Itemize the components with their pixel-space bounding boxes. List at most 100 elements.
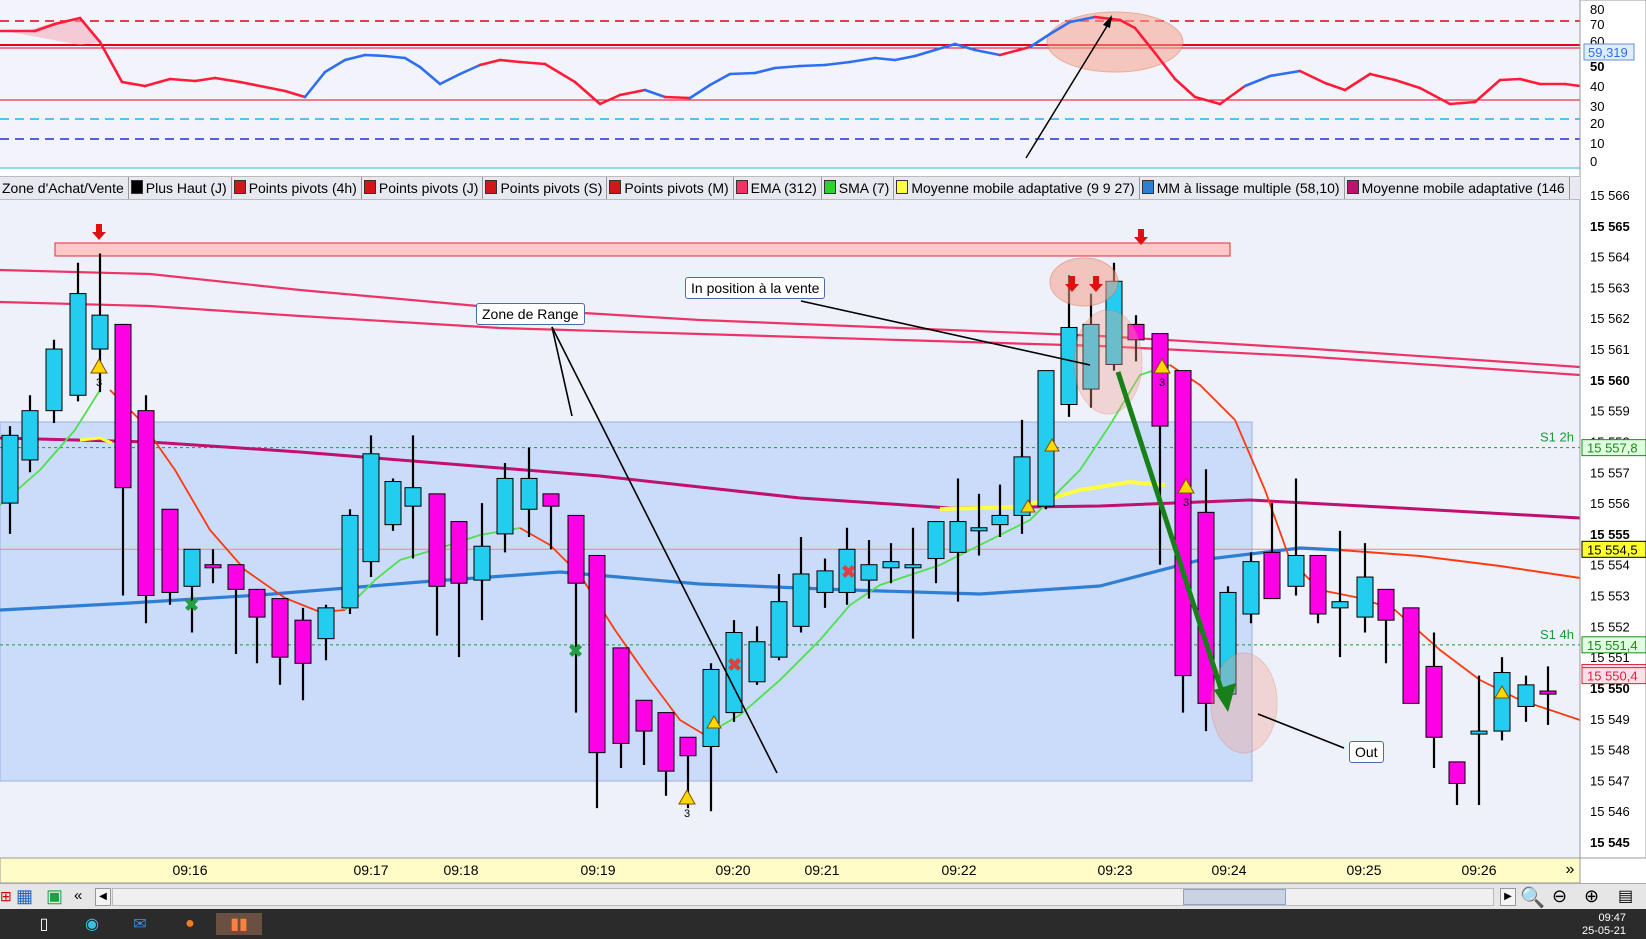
zoom-fit-icon[interactable]: 🔍 bbox=[1520, 885, 1545, 910]
legend-swatch bbox=[609, 180, 622, 194]
legend-item[interactable]: Moyenne mobile adaptative (9 9 27) bbox=[894, 177, 1140, 199]
edge-browser-icon[interactable]: ◉ bbox=[80, 913, 104, 935]
rsi-axis-label: 40 bbox=[1590, 79, 1604, 94]
bull-candle bbox=[970, 527, 988, 532]
bear-candle bbox=[294, 619, 312, 664]
bull-candle bbox=[317, 607, 335, 640]
price-axis-label: 15 562 bbox=[1590, 311, 1630, 326]
price-axis-label: 15 557 bbox=[1590, 465, 1630, 480]
legend-swatch bbox=[1141, 180, 1154, 194]
bull-candle bbox=[1493, 672, 1511, 732]
zoom-in-icon[interactable]: ⊕ bbox=[1584, 886, 1599, 907]
legend-label: Points pivots (4h) bbox=[248, 180, 357, 196]
bull-candle bbox=[183, 548, 201, 587]
legend-item[interactable]: MM à lissage multiple (58,10) bbox=[1140, 177, 1345, 199]
pivot-label: S1 2h bbox=[1540, 430, 1574, 445]
bear-candle bbox=[1263, 551, 1281, 600]
scroll-right-button[interactable]: ▶ bbox=[1500, 888, 1516, 906]
rsi-segment bbox=[663, 95, 692, 100]
time-axis-label: 09:21 bbox=[804, 862, 839, 878]
tool-icon-1[interactable]: ⊞ bbox=[0, 888, 12, 905]
legend-item[interactable]: Points pivots (S) bbox=[483, 177, 608, 199]
time-axis-label: 09:26 bbox=[1461, 862, 1496, 878]
zoom-out-icon[interactable]: ⊖ bbox=[1552, 886, 1567, 907]
bull-candle bbox=[949, 521, 967, 553]
bull-candle bbox=[702, 668, 720, 747]
os-taskbar: ▯ ◉ ✉ ● ▮▮ 09:47 25-05-21 bbox=[0, 909, 1646, 939]
legend-label: Moyenne mobile adaptative (146 bbox=[1361, 180, 1565, 196]
scroll-left-button[interactable]: ◀ bbox=[95, 888, 111, 906]
file-explorer-icon[interactable]: ▯ bbox=[32, 913, 56, 935]
bear-candle bbox=[588, 554, 606, 754]
bull-candle bbox=[520, 477, 538, 510]
legend-label: Zone d'Achat/Vente bbox=[2, 180, 124, 196]
tool-icon-2[interactable]: ▦ bbox=[16, 886, 33, 907]
legend-item[interactable]: SMA (7) bbox=[822, 177, 895, 199]
price-tag-label: 15 557,8 bbox=[1587, 441, 1638, 456]
bear-candle bbox=[114, 323, 132, 489]
exit-highlight bbox=[1210, 652, 1278, 754]
bear-candle bbox=[567, 514, 585, 584]
legend-swatch bbox=[363, 180, 376, 194]
bear-candle bbox=[1448, 761, 1466, 784]
legend-item[interactable]: Zone d'Achat/Vente bbox=[0, 177, 129, 199]
collapse-icon[interactable]: « bbox=[74, 887, 82, 904]
legend-item[interactable]: Points pivots (M) bbox=[607, 177, 734, 199]
cross-marker-icon: ✖ bbox=[841, 562, 856, 582]
price-axis-label: 15 545 bbox=[1590, 835, 1630, 850]
bull-candle bbox=[882, 561, 900, 569]
legend-item[interactable]: EMA (312) bbox=[734, 177, 822, 199]
alert-count: 3 bbox=[684, 808, 690, 820]
rsi-axis-label: 70 bbox=[1590, 17, 1604, 32]
bull-candle bbox=[991, 514, 1009, 526]
mail-icon[interactable]: ✉ bbox=[128, 913, 152, 935]
callout-range: Zone de Range bbox=[476, 303, 585, 325]
bull-candle bbox=[362, 453, 380, 563]
trading-chart[interactable]: S1 2hS1 4h 3 333✖✖✖✖ 8070605040302010059,… bbox=[0, 0, 1646, 883]
legend-label: Moyenne mobile adaptative (9 9 27) bbox=[911, 180, 1135, 196]
legend-label: Plus Haut (J) bbox=[145, 180, 227, 196]
bottom-toolbar: ⊞ ▦ ▣ « ◀ ▶ 🔍 ⊖ ⊕ ▤ bbox=[0, 883, 1646, 910]
legend-item[interactable]: Points pivots (J) bbox=[362, 177, 484, 199]
legend-item[interactable]: Moyenne mobile adaptative (146 bbox=[1345, 177, 1570, 199]
scroll-right-icon[interactable]: » bbox=[1566, 861, 1575, 878]
settings-icon[interactable]: ▤ bbox=[1618, 886, 1633, 906]
bear-candle bbox=[1197, 511, 1215, 704]
bear-candle bbox=[657, 712, 675, 772]
bear-candle bbox=[1309, 554, 1327, 615]
time-axis-label: 09:19 bbox=[580, 862, 615, 878]
bull-candle bbox=[21, 410, 39, 461]
legend-item[interactable]: Plus Haut (J) bbox=[129, 177, 232, 199]
price-axis-label: 15 548 bbox=[1590, 743, 1630, 758]
bear-candle bbox=[204, 564, 222, 569]
price-axis-label: 15 555 bbox=[1590, 527, 1630, 542]
callout-out: Out bbox=[1349, 741, 1384, 763]
bear-candle bbox=[1425, 665, 1443, 738]
alert-count: 3 bbox=[96, 377, 102, 389]
bull-candle bbox=[792, 573, 810, 627]
sell-signal-arrow bbox=[1093, 276, 1099, 284]
bear-candle bbox=[542, 493, 560, 507]
bull-candle bbox=[1356, 576, 1374, 618]
bull-candle bbox=[904, 564, 922, 569]
cross-marker-icon: ✖ bbox=[184, 595, 199, 615]
signal-highlight bbox=[1049, 257, 1119, 307]
pivot-label: S1 4h bbox=[1540, 627, 1574, 642]
legend-label: Points pivots (M) bbox=[624, 180, 729, 196]
firefox-icon[interactable]: ● bbox=[178, 913, 202, 935]
bull-candle bbox=[473, 545, 491, 581]
legend-swatch bbox=[233, 180, 246, 194]
trading-app-icon[interactable]: ▮▮ bbox=[216, 913, 262, 935]
clock-date: 25-05-21 bbox=[1581, 925, 1626, 937]
legend-label: SMA (7) bbox=[838, 180, 890, 196]
alert-count: 3 bbox=[1159, 377, 1165, 389]
rsi-panel bbox=[0, 0, 1580, 170]
bull-candle bbox=[1, 434, 19, 504]
horizontal-scrollbar[interactable] bbox=[112, 888, 1494, 906]
scrollbar-thumb[interactable] bbox=[1183, 889, 1286, 905]
legend-item[interactable]: Points pivots (4h) bbox=[232, 177, 362, 199]
price-tag-label: 15 554,5 bbox=[1587, 542, 1638, 557]
bear-candle bbox=[1402, 607, 1420, 704]
tool-icon-3[interactable]: ▣ bbox=[46, 886, 63, 907]
time-axis-label: 09:24 bbox=[1211, 862, 1246, 878]
